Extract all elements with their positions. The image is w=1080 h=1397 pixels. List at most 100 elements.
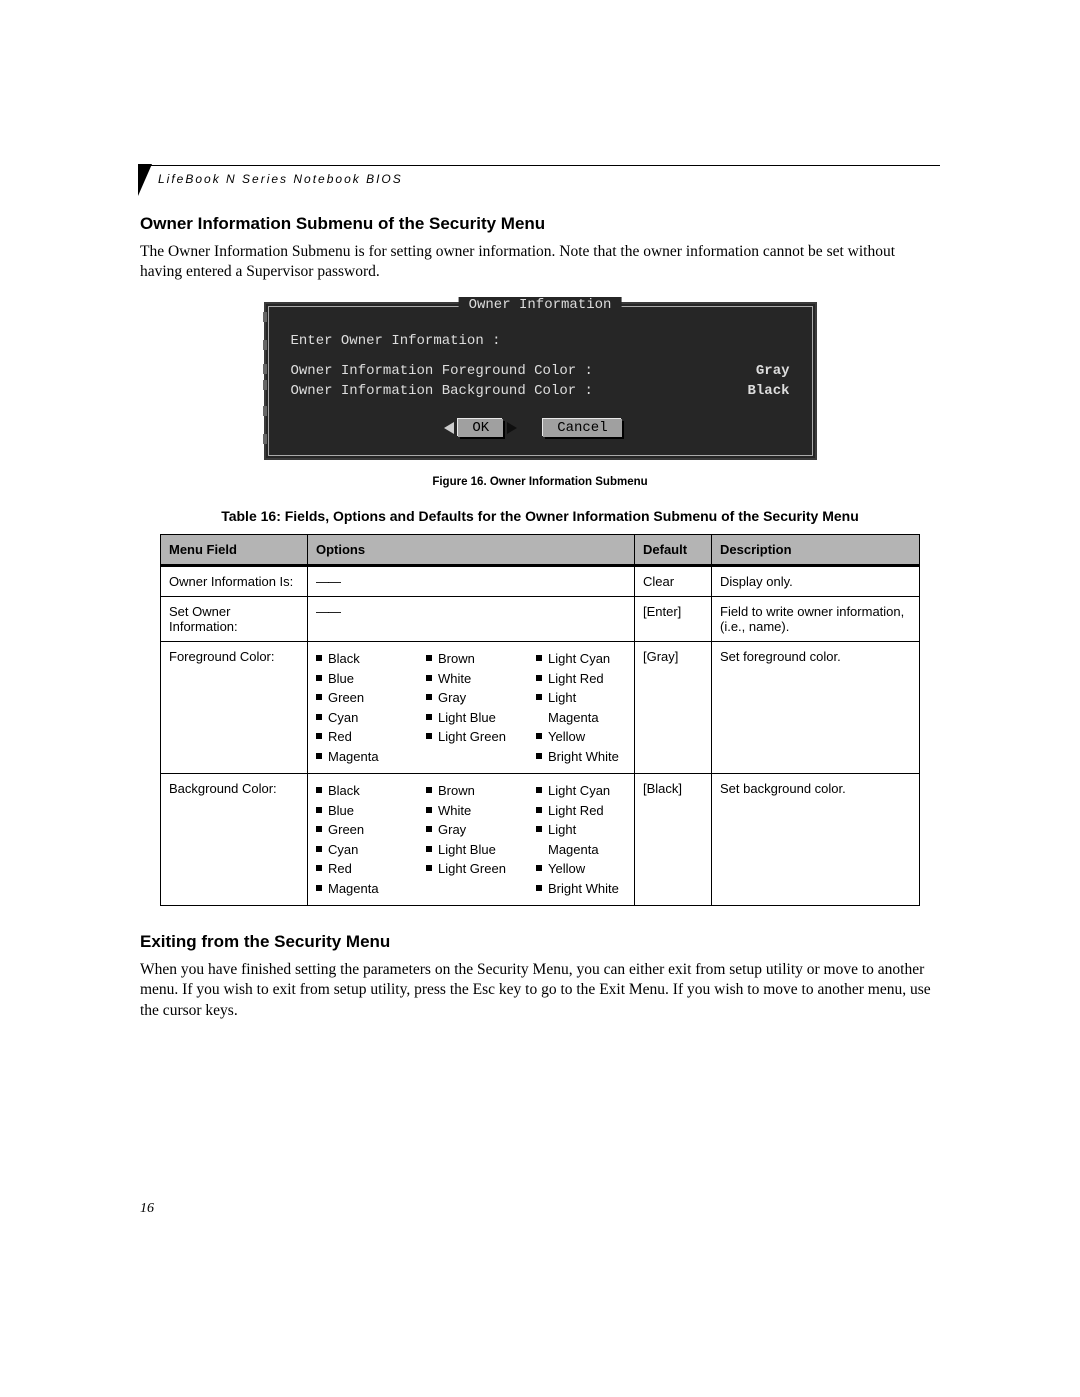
color-option: Magenta <box>316 879 406 899</box>
color-option-label: Light Magenta <box>548 820 626 859</box>
cell-description: Set background color. <box>712 774 920 906</box>
color-option-label: Light Green <box>438 727 506 747</box>
bullet-icon <box>536 694 542 700</box>
color-option-label: Black <box>328 649 360 669</box>
table-row: Foreground Color:BlackBlueGreenCyanRedMa… <box>161 642 920 774</box>
bullet-icon <box>536 675 542 681</box>
color-option-label: Light Red <box>548 801 604 821</box>
figure-caption: Figure 16. Owner Information Submenu <box>140 476 940 488</box>
color-option-label: Red <box>328 727 352 747</box>
document-page: LifeBook N Series Notebook BIOS Owner In… <box>140 0 940 1297</box>
cell-menu-field: Foreground Color: <box>161 642 308 774</box>
cell-options: BlackBlueGreenCyanRedMagenta BrownWhiteGr… <box>308 642 635 774</box>
bullet-icon <box>316 675 322 681</box>
color-option-label: Blue <box>328 801 354 821</box>
bullet-icon <box>536 787 542 793</box>
bios-fg-label: Owner Information Foreground Color : <box>291 363 593 379</box>
th-default: Default <box>635 535 712 566</box>
color-option: Green <box>316 820 406 840</box>
color-option-label: Yellow <box>548 859 585 879</box>
bullet-icon <box>426 655 432 661</box>
bullet-icon <box>426 694 432 700</box>
color-option-label: Brown <box>438 649 475 669</box>
bullet-icon <box>536 753 542 759</box>
bullet-icon <box>316 753 322 759</box>
color-option-label: Gray <box>438 820 466 840</box>
bios-fg-value: Gray <box>730 363 790 379</box>
bullet-icon <box>316 694 322 700</box>
color-option-label: Light Blue <box>438 840 496 860</box>
color-option: Gray <box>426 820 516 840</box>
cell-default: Clear <box>635 566 712 597</box>
running-head: LifeBook N Series Notebook BIOS <box>158 172 940 186</box>
color-option-label: Cyan <box>328 840 358 860</box>
color-option: Light Red <box>536 801 626 821</box>
color-option: White <box>426 669 516 689</box>
section-body-owner-info: The Owner Information Submenu is for set… <box>140 242 940 282</box>
color-option: Light Green <box>426 859 516 879</box>
cell-default: [Gray] <box>635 642 712 774</box>
color-option: Blue <box>316 801 406 821</box>
cell-options: BlackBlueGreenCyanRedMagentaBrownWhiteGr… <box>308 774 635 906</box>
cell-default: [Enter] <box>635 597 712 642</box>
color-option: Yellow <box>536 727 626 747</box>
th-description: Description <box>712 535 920 566</box>
cell-description: Display only. <box>712 566 920 597</box>
bios-screenshot: Owner Information Enter Owner Informatio… <box>264 302 817 460</box>
bios-title: Owner Information <box>459 297 622 313</box>
color-option-label: Blue <box>328 669 354 689</box>
color-option-label: Yellow <box>548 727 585 747</box>
color-option-label: White <box>438 669 471 689</box>
color-option: Light Blue <box>426 840 516 860</box>
color-option-label: Magenta <box>328 747 379 767</box>
table-row: Owner Information Is:——ClearDisplay only… <box>161 566 920 597</box>
color-option-label: Green <box>328 688 364 708</box>
section-body-exiting: When you have finished setting the param… <box>140 960 940 1020</box>
bullet-icon <box>536 826 542 832</box>
bullet-icon <box>316 865 322 871</box>
color-option: Blue <box>316 669 406 689</box>
bullet-icon <box>426 807 432 813</box>
section-heading-exiting: Exiting from the Security Menu <box>140 932 940 952</box>
table-row: Background Color:BlackBlueGreenCyanRedMa… <box>161 774 920 906</box>
color-option: Green <box>316 688 406 708</box>
bullet-icon <box>426 846 432 852</box>
color-option: Light Magenta <box>536 820 626 859</box>
color-option: Light Red <box>536 669 626 689</box>
bullet-icon <box>316 655 322 661</box>
color-option-label: Brown <box>438 781 475 801</box>
color-option-label: Gray <box>438 688 466 708</box>
color-option: Light Cyan <box>536 649 626 669</box>
table-header-row: Menu Field Options Default Description <box>161 535 920 566</box>
color-option-label: Light Cyan <box>548 781 610 801</box>
th-menu-field: Menu Field <box>161 535 308 566</box>
color-option: White <box>426 801 516 821</box>
bios-bg-label: Owner Information Background Color : <box>291 383 593 399</box>
color-option: Light Green <box>426 727 516 747</box>
color-option: Cyan <box>316 840 406 860</box>
cell-options: —— <box>308 597 635 642</box>
color-option-label: Light Green <box>438 859 506 879</box>
color-option-label: Red <box>328 859 352 879</box>
color-option: Brown <box>426 781 516 801</box>
bullet-icon <box>316 885 322 891</box>
cell-default: [Black] <box>635 774 712 906</box>
color-option: Light Cyan <box>536 781 626 801</box>
color-option-label: White <box>438 801 471 821</box>
bullet-icon <box>426 865 432 871</box>
th-options: Options <box>308 535 635 566</box>
bullet-icon <box>316 846 322 852</box>
color-option: Red <box>316 859 406 879</box>
bios-bg-value: Black <box>730 383 790 399</box>
header-rule: LifeBook N Series Notebook BIOS <box>140 165 940 186</box>
options-table: Menu Field Options Default Description O… <box>160 534 920 906</box>
table-row: Set Owner Information:——[Enter]Field to … <box>161 597 920 642</box>
cell-menu-field: Owner Information Is: <box>161 566 308 597</box>
cell-description: Field to write owner information, (i.e.,… <box>712 597 920 642</box>
bios-ok-button[interactable]: OK <box>458 419 503 437</box>
bullet-icon <box>536 865 542 871</box>
color-option-label: Light Cyan <box>548 649 610 669</box>
color-option: Cyan <box>316 708 406 728</box>
bios-cancel-button[interactable]: Cancel <box>543 419 621 437</box>
table-title: Table 16: Fields, Options and Defaults f… <box>140 508 940 524</box>
